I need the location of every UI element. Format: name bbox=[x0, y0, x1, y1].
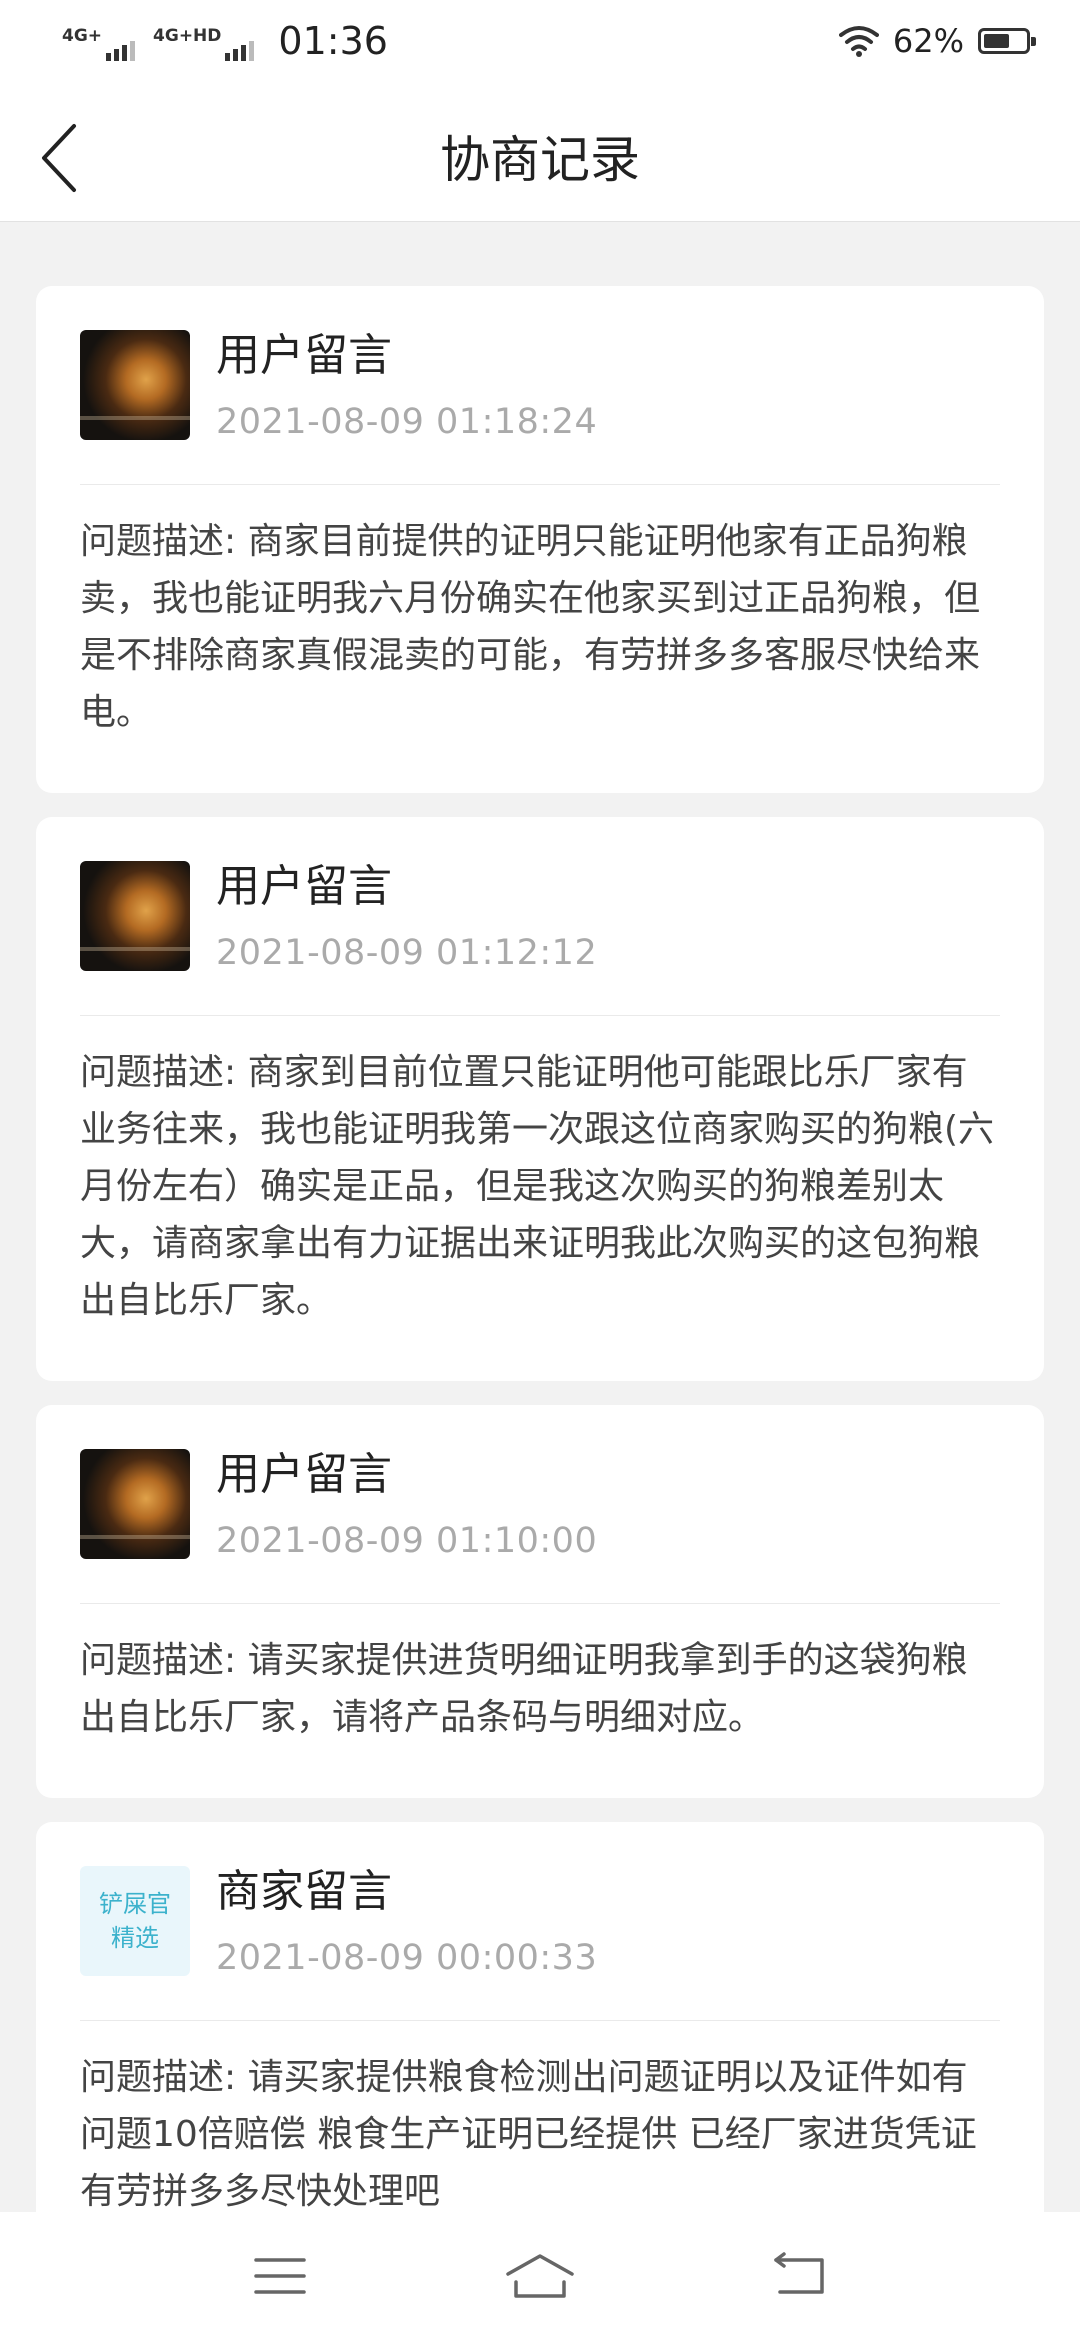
record-timestamp: 2021-08-09 01:18:24 bbox=[216, 402, 598, 442]
divider bbox=[80, 1603, 1000, 1604]
user-avatar bbox=[80, 1449, 190, 1559]
record-timestamp: 2021-08-09 00:00:33 bbox=[216, 1938, 598, 1978]
system-nav-bar bbox=[0, 2212, 1080, 2340]
record-message: 问题描述: 商家目前提供的证明只能证明他家有正品狗粮卖，我也能证明我六月份确实在… bbox=[80, 521, 981, 733]
home-icon bbox=[506, 2254, 574, 2298]
record-card: 用户留言 2021-08-09 01:18:24 问题描述: 商家目前提供的证明… bbox=[36, 286, 1044, 793]
record-author: 商家留言 bbox=[216, 1866, 392, 1917]
user-avatar bbox=[80, 861, 190, 971]
divider bbox=[80, 2020, 1000, 2021]
signal-1-label: 4G+ bbox=[62, 26, 103, 46]
record-message: 问题描述: 请买家提供粮食检测出问题证明以及证件如有问题10倍赔偿 粮食生产证明… bbox=[80, 2057, 977, 2212]
record-card: 用户留言 2021-08-09 01:12:12 问题描述: 商家到目前位置只能… bbox=[36, 817, 1044, 1381]
record-card: 用户留言 2021-08-09 01:10:00 问题描述: 请买家提供进货明细… bbox=[36, 1405, 1044, 1798]
menu-icon bbox=[254, 2258, 306, 2294]
record-card: 铲屎官 精选 商家留言 2021-08-09 00:00:33 问题描述: 请买… bbox=[36, 1822, 1044, 2212]
status-time: 01:36 bbox=[278, 19, 388, 63]
status-left: 4G+ 4G+HD 01:36 bbox=[62, 19, 388, 63]
status-right: 62% bbox=[838, 22, 1036, 60]
back-icon bbox=[774, 2252, 824, 2294]
divider bbox=[80, 1015, 1000, 1016]
battery-icon bbox=[978, 28, 1036, 54]
record-list[interactable]: 用户留言 2021-08-09 01:18:24 问题描述: 商家目前提供的证明… bbox=[0, 222, 1080, 2212]
record-message: 问题描述: 请买家提供进货明细证明我拿到手的这袋狗粮出自比乐厂家，请将产品条码与… bbox=[80, 1640, 968, 1738]
home-button[interactable] bbox=[490, 2241, 590, 2311]
wifi-icon bbox=[838, 26, 879, 57]
record-author: 用户留言 bbox=[216, 330, 392, 381]
signal-icon-1: 4G+ bbox=[62, 21, 136, 61]
signal-icon-2: 4G+HD bbox=[153, 21, 255, 61]
divider bbox=[80, 484, 1000, 485]
record-author: 用户留言 bbox=[216, 861, 392, 912]
shop-logo-line2: 精选 bbox=[111, 1924, 159, 1952]
nav-bar: 协商记录 bbox=[0, 82, 1080, 222]
shop-logo-line1: 铲屎官 bbox=[99, 1890, 171, 1918]
record-timestamp: 2021-08-09 01:12:12 bbox=[216, 933, 598, 973]
record-author: 用户留言 bbox=[216, 1449, 392, 1500]
record-timestamp: 2021-08-09 01:10:00 bbox=[216, 1521, 598, 1561]
page-title: 协商记录 bbox=[440, 131, 640, 189]
signal-2-label: 4G+HD bbox=[153, 26, 222, 46]
record-message: 问题描述: 商家到目前位置只能证明他可能跟比乐厂家有业务往来，我也能证明我第一次… bbox=[80, 1052, 995, 1321]
system-back-button[interactable] bbox=[750, 2241, 850, 2311]
menu-button[interactable] bbox=[230, 2241, 330, 2311]
battery-percent: 62% bbox=[892, 22, 964, 60]
user-avatar bbox=[80, 330, 190, 440]
status-bar: 4G+ 4G+HD 01:36 62% bbox=[0, 0, 1080, 82]
shop-logo: 铲屎官 精选 bbox=[80, 1866, 190, 1976]
